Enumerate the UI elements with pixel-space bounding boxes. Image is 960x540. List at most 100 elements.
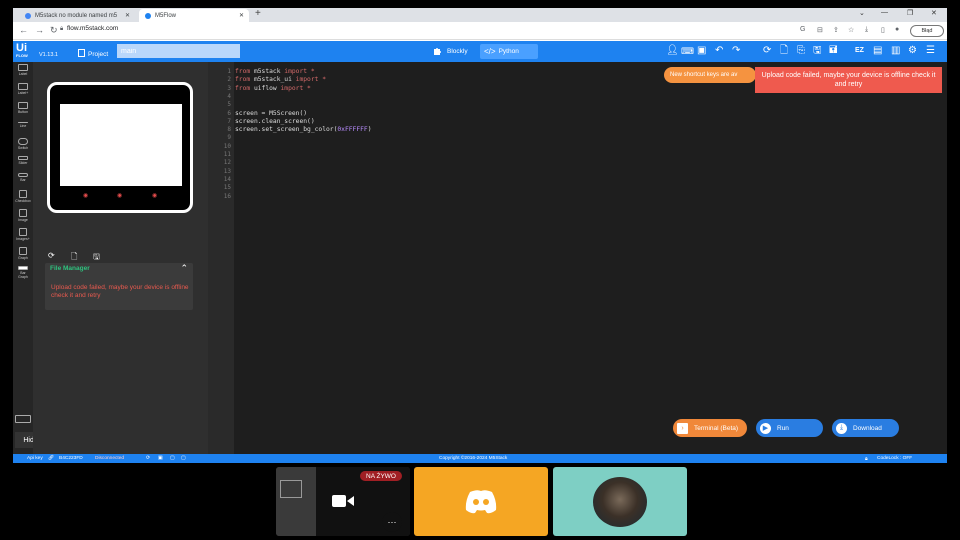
tool-image[interactable]: Image — [15, 209, 31, 222]
open-file-icon[interactable]: ⎘ — [797, 44, 805, 58]
share-icon[interactable]: ⇪ — [833, 26, 839, 34]
line-number-gutter: 1 2 3 4 5 6 7 8 9 10 11 12 13 14 15 16 — [208, 62, 234, 454]
tool-images-plus[interactable]: Images+ — [15, 228, 31, 241]
bar-icon — [18, 173, 28, 177]
more-options-button[interactable]: ⋯ — [382, 512, 402, 532]
save-icon[interactable]: 🖫︎ — [813, 44, 822, 58]
tool-label-plus[interactable]: Label+ — [15, 83, 31, 95]
switch-icon — [18, 138, 28, 145]
lock-icon[interactable]: 🔒︎ — [60, 26, 63, 33]
keyboard-icon[interactable]: ⌨ — [681, 44, 694, 58]
copyright-text: Copyright ©2016-2024 M5Stack — [439, 456, 508, 461]
settings-icon[interactable]: ⚙ — [908, 44, 917, 58]
code-line[interactable]: screen.clean_screen() — [235, 118, 315, 125]
upload-error-toast[interactable]: Upload code failed, maybe your device is… — [755, 67, 942, 93]
tool-graph[interactable]: Graph — [15, 247, 31, 260]
code-token: screen.set_screen_bg_color( — [235, 126, 338, 134]
code-token: screen = M5Screen() — [235, 109, 308, 117]
translate-icon[interactable]: ⊟ — [817, 26, 823, 34]
tool-slider[interactable]: Slider — [15, 156, 31, 165]
line-number: 4 — [227, 92, 231, 100]
reconnect-icon[interactable]: ⟳ — [146, 456, 150, 461]
code-token: from — [235, 68, 251, 75]
profile-error-button[interactable]: Błąd — [910, 25, 944, 37]
checkbox-icon — [19, 190, 27, 198]
tab-m5flow[interactable]: M5Flow ✕ — [139, 9, 249, 22]
logo-subtext: FLOW — [16, 53, 28, 58]
device-icon[interactable]: ▥ — [891, 44, 900, 58]
tool-checkbox[interactable]: Checkbox — [15, 190, 31, 203]
participant-tile[interactable] — [553, 467, 687, 536]
line-number: 7 — [227, 117, 231, 125]
close-tab-icon[interactable]: ✕ — [125, 12, 130, 19]
line-number: 6 — [227, 109, 231, 117]
new-tab-icon[interactable]: + — [255, 8, 261, 19]
folder-icon[interactable]: ▢ — [170, 456, 175, 461]
blockly-mode-button[interactable]: Blockly — [433, 44, 479, 58]
discord-user-tile[interactable] — [414, 467, 548, 536]
tool-bar[interactable]: Bar — [15, 173, 31, 182]
device-button-b-icon[interactable]: ◉ — [117, 192, 122, 199]
undo-icon[interactable]: ↶ — [715, 44, 723, 58]
tool-switch[interactable]: Switch — [15, 138, 31, 150]
device-button-a-icon[interactable]: ◉ — [83, 192, 88, 199]
code-editor[interactable]: 1 2 3 4 5 6 7 8 9 10 11 12 13 14 15 16 from m5stack imp… — [208, 62, 947, 454]
save-as-icon[interactable]: 🖬︎ — [829, 44, 838, 58]
bookmark-star-icon[interactable]: ☆ — [848, 26, 854, 34]
code-line[interactable]: screen.set_screen_bg_color(0xFFFFFF) — [235, 126, 372, 133]
back-icon[interactable]: ← — [19, 25, 28, 35]
sidepanel-icon[interactable]: ▯ — [881, 26, 885, 34]
terminal-button[interactable]: › Terminal (Beta) — [673, 419, 747, 437]
tool-label-text: Switch — [17, 146, 29, 150]
live-badge: NA ŻYWO — [360, 471, 402, 481]
tool-bar-graph[interactable]: Bar Graph — [15, 266, 31, 279]
refresh-icon[interactable]: ⟳ — [763, 44, 771, 58]
code-line[interactable]: screen = M5Screen() — [235, 110, 307, 117]
google-icon[interactable]: G — [800, 26, 805, 33]
download-icon[interactable]: ⤓ — [865, 26, 868, 34]
reload-icon[interactable]: ↻ — [50, 25, 58, 36]
file-icon[interactable]: ▢ — [181, 456, 186, 461]
close-tab-icon[interactable]: ✕ — [239, 12, 244, 19]
python-mode-button[interactable]: </> Python — [480, 44, 538, 59]
device-panel: ◉ ◉ ◉ ⟳ 🗋︎ 🖫︎ File Manager ⌃ Upload code… — [33, 62, 208, 454]
refresh-files-icon[interactable]: ⟳ — [48, 251, 55, 260]
new-file-icon[interactable]: 🗋︎ — [780, 44, 788, 58]
url-field[interactable]: flow.m5stack.com — [67, 25, 118, 32]
code-line[interactable]: from m5stack import * — [235, 68, 315, 75]
tab-m5stack-search[interactable]: M5stack no module named m5 ✕ — [19, 9, 135, 22]
file-manager: File Manager ⌃ Upload code failed, maybe… — [45, 263, 193, 310]
close-icon[interactable]: ✕ — [931, 9, 937, 17]
ez-data-icon[interactable]: EZ — [855, 44, 864, 58]
shortcut-notice[interactable]: New shortcut keys are av — [664, 67, 756, 83]
forward-icon[interactable]: → — [35, 25, 44, 35]
minimize-icon[interactable]: — — [881, 9, 888, 16]
project-name-input[interactable] — [117, 44, 240, 58]
profile-icon[interactable]: ● — [895, 26, 899, 33]
chevron-up-icon[interactable]: ⌃ — [180, 263, 188, 274]
codelock-status[interactable]: CodeLock : OFF — [877, 456, 912, 461]
chevron-down-icon[interactable]: ⌄ — [859, 9, 865, 17]
run-button[interactable]: ▶ Run — [756, 419, 823, 437]
bar-graph-icon — [18, 266, 28, 270]
restore-icon[interactable]: ❐ — [907, 9, 913, 17]
code-line[interactable]: from uiflow import * — [235, 85, 311, 92]
screen-share-tile[interactable]: NA ŻYWO ⋯ — [276, 467, 410, 536]
download-button[interactable]: ⤓ Download — [832, 419, 899, 437]
tool-label[interactable]: Label — [15, 64, 31, 76]
avatar — [593, 477, 647, 527]
keyboard-toggle-icon[interactable] — [15, 415, 31, 423]
device-screen[interactable] — [60, 104, 182, 186]
tool-line[interactable]: Line — [15, 122, 31, 128]
code-line[interactable]: from m5stack_ui import * — [235, 76, 326, 83]
api-key-value[interactable]: B4C223FD — [59, 456, 83, 461]
user-icon[interactable]: 👤︎ — [666, 44, 679, 58]
tool-button[interactable]: Button — [15, 102, 31, 114]
screen-icon[interactable]: ▣ — [697, 44, 706, 58]
redo-icon[interactable]: ↷ — [732, 44, 740, 58]
m5flow-favicon-icon — [145, 12, 151, 19]
menu-icon[interactable]: ☰ — [926, 44, 935, 58]
save-status-icon[interactable]: ▣ — [158, 456, 163, 461]
api-icon[interactable]: ▤ — [873, 44, 882, 58]
device-button-c-icon[interactable]: ◉ — [152, 192, 157, 199]
